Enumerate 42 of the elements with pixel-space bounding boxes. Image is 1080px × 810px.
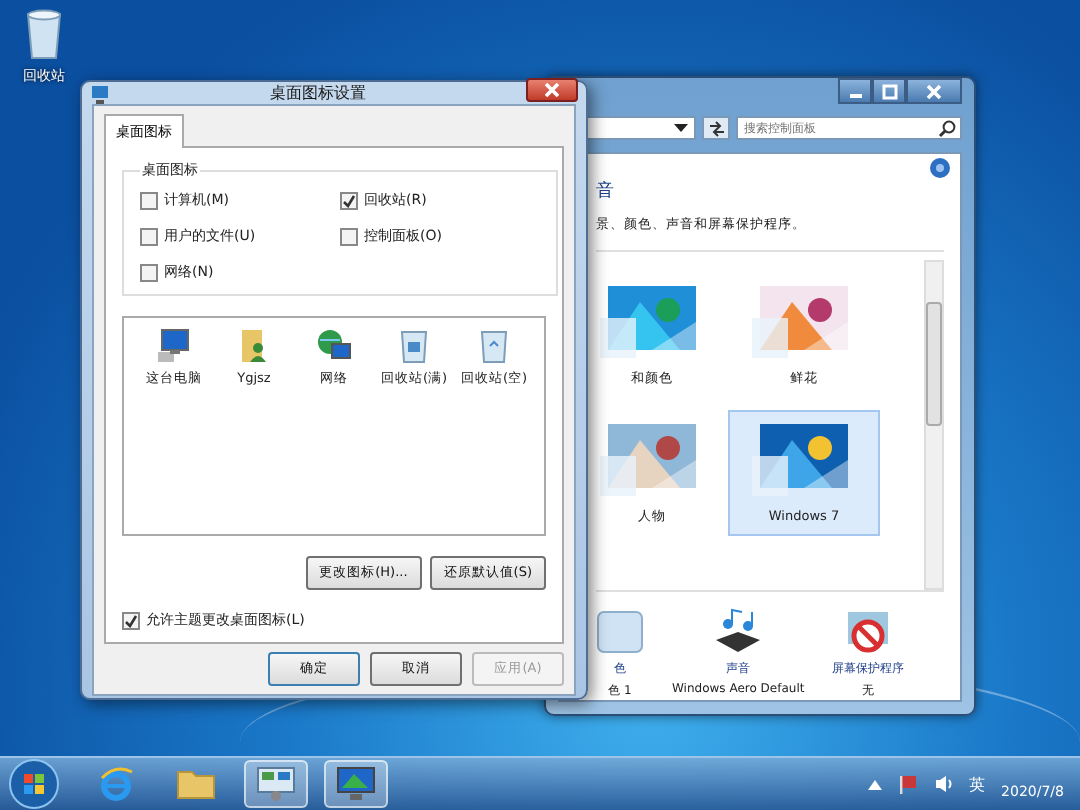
- checkbox[interactable]: [122, 611, 140, 629]
- recycle-bin-icon: [398, 328, 430, 364]
- checkbox[interactable]: [140, 263, 158, 281]
- close-button[interactable]: [526, 77, 578, 101]
- refresh-button[interactable]: [702, 116, 730, 140]
- taskbar-button[interactable]: [324, 760, 388, 808]
- app-icon: [90, 83, 110, 103]
- control-panel-icon: [256, 766, 296, 802]
- monitor-icon: [336, 766, 376, 802]
- scroll-bar[interactable]: [924, 260, 944, 590]
- dropdown-icon[interactable]: [674, 123, 688, 133]
- recycle-bin-icon: [478, 328, 510, 364]
- music-notes-icon[interactable]: [712, 608, 765, 656]
- checkbox[interactable]: [140, 227, 158, 245]
- globe-monitor-icon: [316, 328, 352, 364]
- user-folder-icon: [236, 328, 272, 364]
- minimize-button[interactable]: [838, 78, 872, 104]
- checkbox[interactable]: [340, 227, 358, 245]
- folder-icon: [176, 768, 216, 800]
- recycle-bin-icon[interactable]: [22, 8, 66, 60]
- help-icon[interactable]: [930, 158, 950, 178]
- address-bar[interactable]: [586, 116, 696, 140]
- computer-icon: [156, 328, 192, 364]
- maximize-icon: [881, 83, 897, 99]
- browser-icon: [98, 766, 134, 802]
- window-title: 桌面图标设置: [268, 82, 368, 104]
- checkbox[interactable]: [340, 191, 358, 209]
- search-icon: [938, 120, 956, 138]
- language-indicator[interactable]: 英: [969, 773, 986, 795]
- speaker-icon[interactable]: [933, 774, 954, 794]
- color-swatch-icon[interactable]: [596, 608, 644, 656]
- show-hidden-icons-icon[interactable]: [867, 779, 882, 789]
- checkbox[interactable]: [140, 191, 158, 209]
- page-heading: 音: [596, 179, 616, 204]
- start-button[interactable]: [8, 758, 60, 810]
- flag-icon[interactable]: [897, 774, 918, 794]
- close-button[interactable]: [906, 78, 962, 104]
- close-icon: [926, 83, 942, 99]
- maximize-button[interactable]: [872, 78, 906, 104]
- close-icon: [544, 81, 560, 97]
- taskbar-button[interactable]: [244, 760, 308, 808]
- no-entry-icon[interactable]: [844, 608, 893, 656]
